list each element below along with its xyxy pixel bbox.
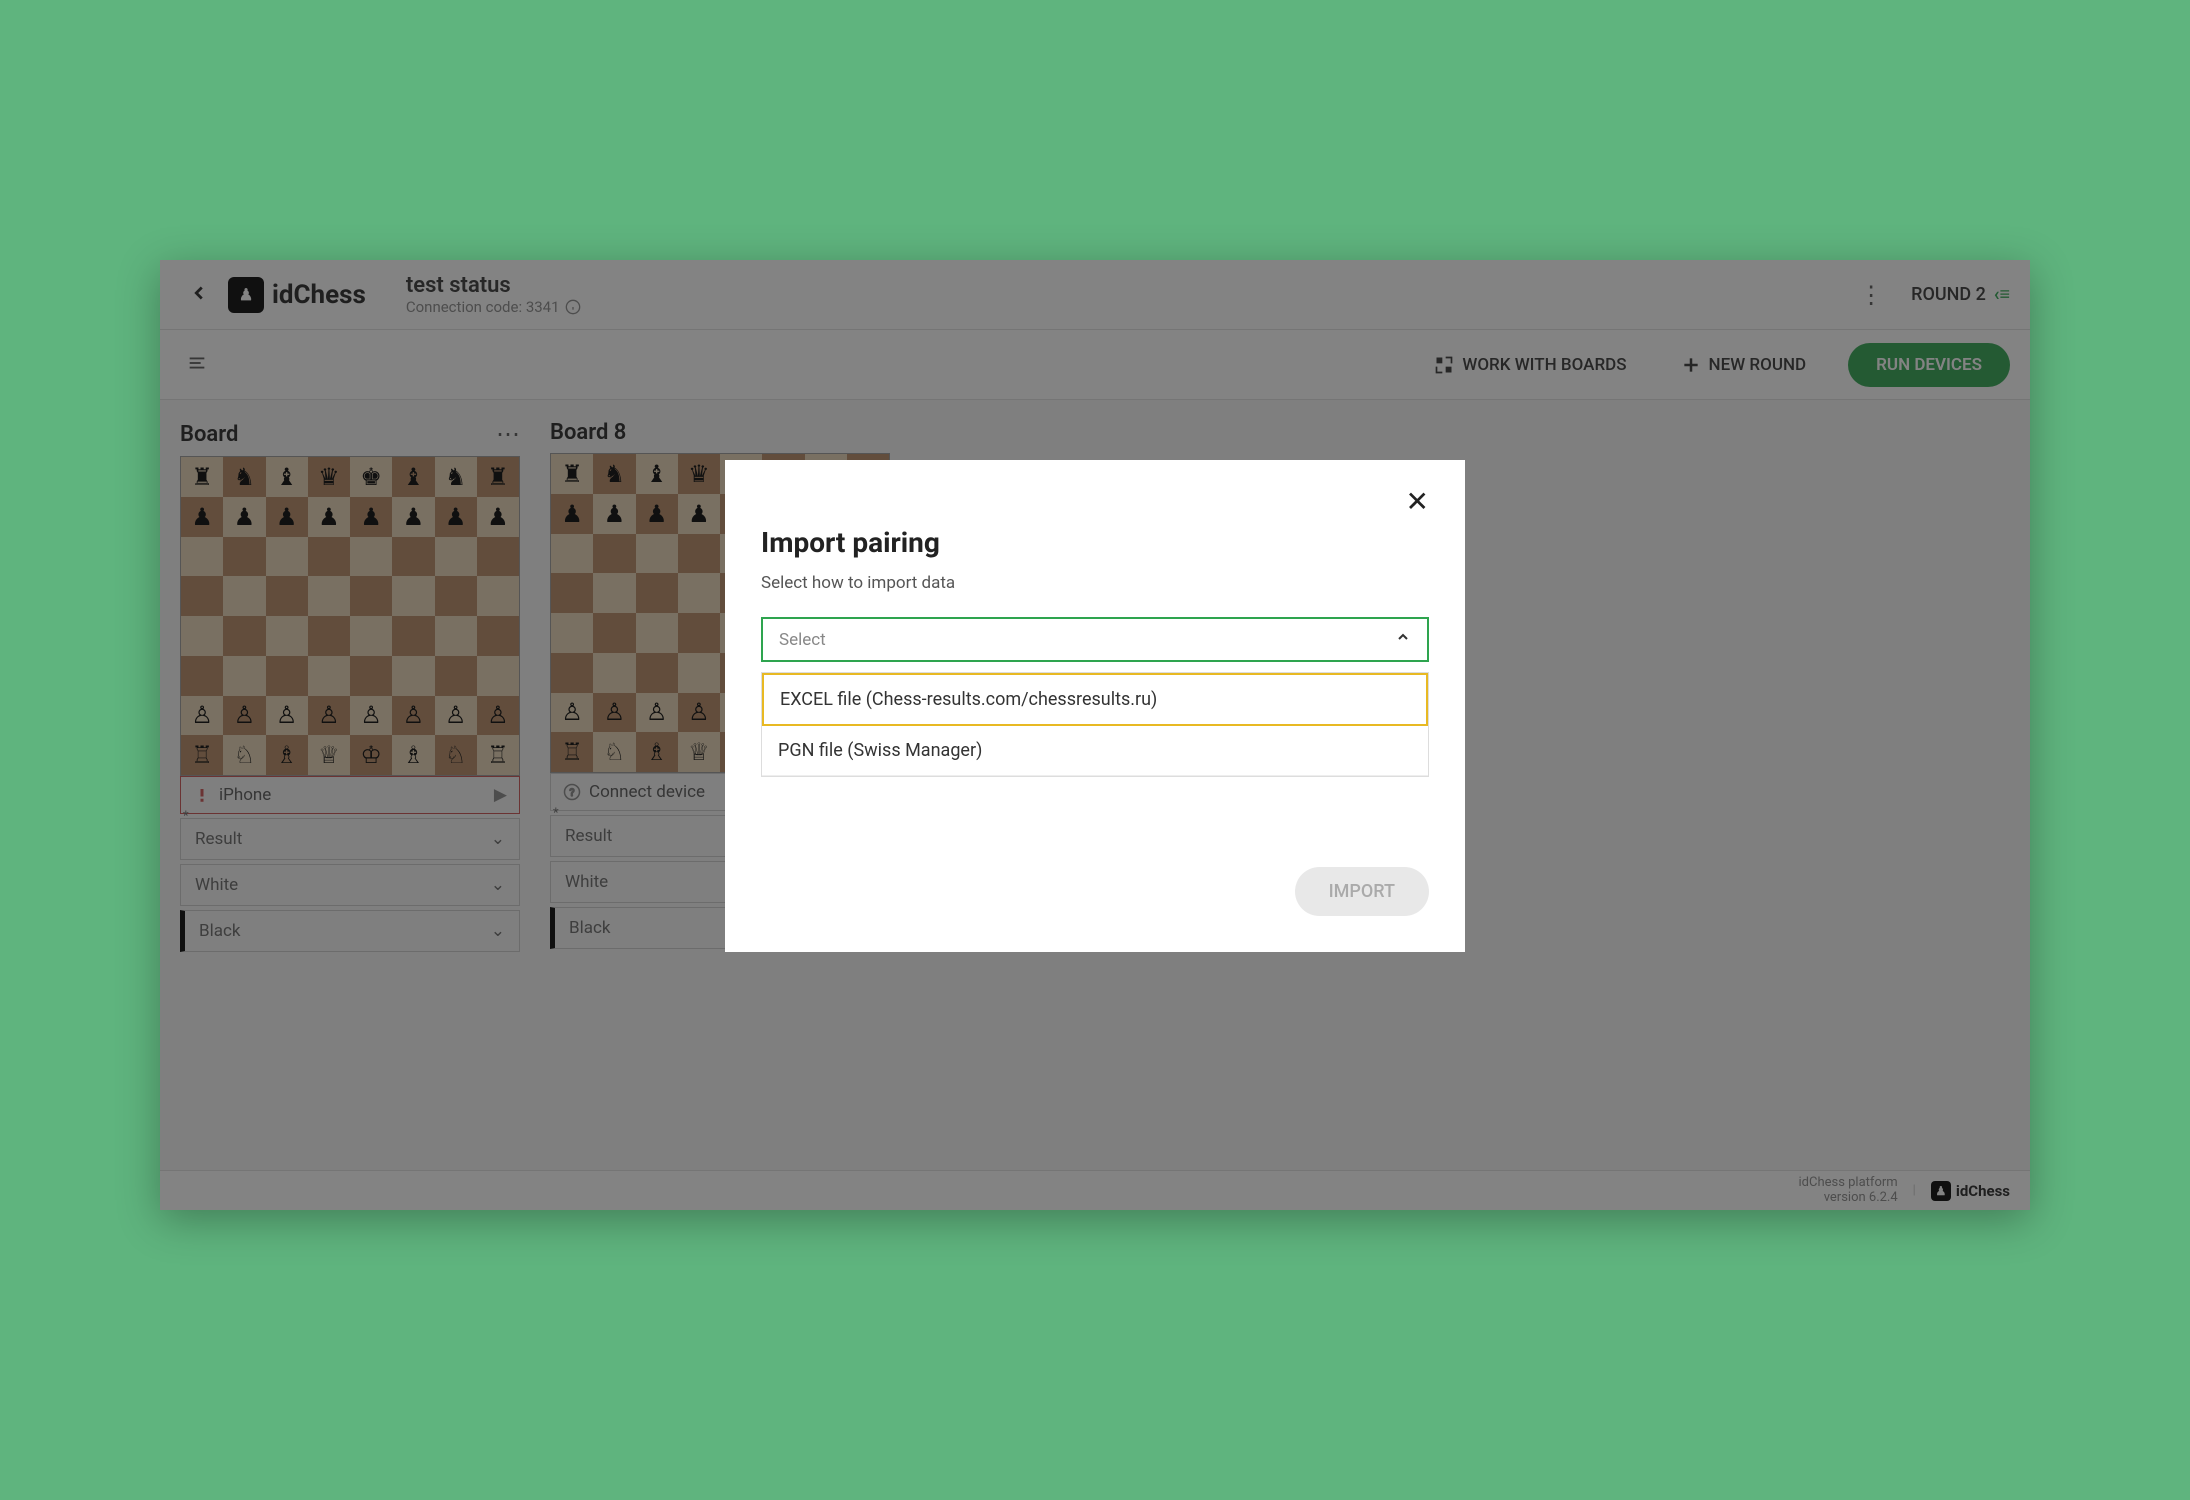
dropdown-option-excel[interactable]: EXCEL file (Chess-results.com/chessresul… <box>762 673 1428 726</box>
import-label: IMPORT <box>1329 881 1395 902</box>
dropdown-list: EXCEL file (Chess-results.com/chessresul… <box>761 672 1429 777</box>
dialog-footer: IMPORT <box>761 867 1429 916</box>
dialog-subtitle: Select how to import data <box>761 573 1429 593</box>
import-button[interactable]: IMPORT <box>1295 867 1429 916</box>
import-pairing-dialog: ✕ Import pairing Select how to import da… <box>725 460 1465 952</box>
dropdown-option-pgn[interactable]: PGN file (Swiss Manager) <box>762 726 1428 776</box>
chevron-up-icon <box>1395 629 1411 650</box>
option-label: EXCEL file (Chess-results.com/chessresul… <box>780 689 1157 710</box>
option-label: PGN file (Swiss Manager) <box>778 740 982 761</box>
import-type-select[interactable]: Select <box>761 617 1429 662</box>
close-button[interactable]: ✕ <box>1406 488 1429 516</box>
dialog-title: Import pairing <box>761 526 1429 559</box>
select-placeholder: Select <box>779 630 826 650</box>
app-window: ♟ idChess test status Connection code: 3… <box>160 260 2030 1210</box>
